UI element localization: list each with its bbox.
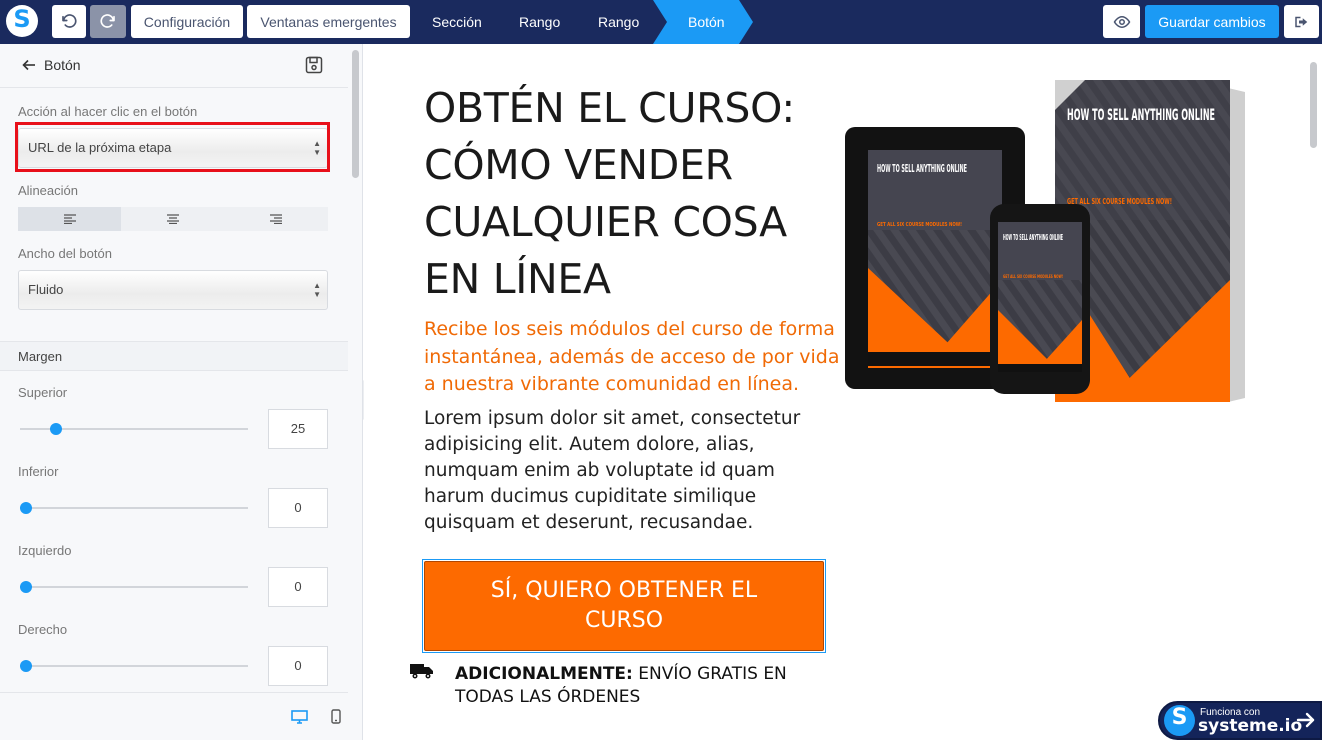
margin-top-slider-thumb[interactable] — [49, 423, 62, 435]
annotation-highlight-box — [15, 122, 330, 172]
align-left-button[interactable] — [18, 207, 122, 231]
margin-right-slider[interactable] — [20, 665, 248, 667]
mobile-icon[interactable] — [331, 709, 341, 724]
redo-button[interactable] — [90, 5, 126, 38]
save-changes-button[interactable]: Guardar cambios — [1145, 5, 1279, 38]
systeme-logo-icon: S — [1164, 705, 1195, 736]
canvas-scrollbar[interactable] — [1310, 62, 1317, 148]
undo-icon — [62, 13, 77, 28]
phone-mockup: HOW TO SELL ANYTHING ONLINE GET ALL SIX … — [990, 204, 1090, 394]
app-logo[interactable]: S — [6, 5, 38, 37]
floppy-disk-icon[interactable] — [305, 56, 323, 74]
button-width-label: Ancho del botón — [18, 246, 112, 261]
margin-bottom-slider-thumb[interactable] — [20, 502, 32, 514]
button-width-select[interactable]: Fluido ▲ ▼ — [18, 270, 328, 310]
margin-left-slider-thumb[interactable] — [20, 581, 32, 593]
badge-brand: systeme.io — [1198, 716, 1303, 736]
arrow-left-icon — [22, 59, 35, 71]
device-switcher — [0, 692, 348, 740]
shipping-note-bold: ADICIONALMENTE: — [455, 664, 633, 684]
alignment-buttons — [18, 207, 328, 231]
breadcrumb-boton[interactable]: Botón — [653, 0, 753, 44]
sidebar-title: Botón — [44, 57, 81, 73]
page-subheadline[interactable]: Recibe los seis módulos del curso de for… — [424, 316, 849, 399]
margin-left-slider[interactable] — [20, 586, 248, 588]
align-center-icon — [166, 214, 179, 224]
margin-bottom-slider[interactable] — [20, 507, 248, 509]
exit-button[interactable] — [1284, 5, 1319, 38]
sidebar-scrollbar[interactable] — [352, 50, 359, 178]
phone-title: HOW TO SELL ANYTHING ONLINE — [1003, 233, 1063, 242]
sidebar-header: Botón — [0, 44, 348, 88]
eye-icon — [1113, 15, 1130, 28]
margin-section-header[interactable]: Margen — [0, 341, 348, 371]
preview-button[interactable] — [1103, 5, 1140, 38]
button-width-value: Fluido — [28, 282, 64, 297]
top-toolbar: S Configuración Ventanas emergentes Secc… — [0, 0, 1322, 44]
align-left-icon — [63, 214, 76, 224]
margin-right-input[interactable]: 0 — [268, 646, 328, 686]
sign-out-icon — [1294, 16, 1307, 27]
arrow-right-icon — [1296, 712, 1315, 728]
configuracion-button[interactable]: Configuración — [131, 5, 243, 38]
shipping-note[interactable]: ADICIONALMENTE: ENVÍO GRATIS EN TODAS LA… — [455, 663, 815, 708]
page-body-text[interactable]: Lorem ipsum dolor sit amet, consectetur … — [424, 406, 834, 536]
redo-icon — [100, 13, 115, 28]
breadcrumb-rango-2[interactable]: Rango — [598, 0, 639, 44]
powered-by-badge[interactable]: S Funciona con systeme.io — [1158, 701, 1322, 740]
truck-icon — [410, 664, 433, 679]
product-mockup-image[interactable]: HOW TO SELL ANYTHING ONLINE GET ALL SIX … — [845, 80, 1250, 405]
select-arrows-icon: ▲ ▼ — [313, 281, 321, 299]
tablet-tagline: GET ALL SIX COURSE MODULES NOW! — [877, 222, 962, 228]
phone-tagline: GET ALL SIX COURSE MODULES NOW! — [1003, 274, 1063, 280]
align-right-button[interactable] — [225, 207, 328, 231]
settings-sidebar: Botón Acción al hacer clic en el botón U… — [0, 44, 363, 740]
tablet-title: HOW TO SELL ANYTHING ONLINE — [877, 162, 967, 175]
margin-section-title: Margen — [18, 349, 63, 364]
margin-right-label: Derecho — [18, 622, 68, 637]
margin-left-input[interactable]: 0 — [268, 567, 328, 607]
align-center-button[interactable] — [121, 207, 224, 231]
breadcrumb-rango-1[interactable]: Rango — [519, 0, 560, 44]
book-title: HOW TO SELL ANYTHING ONLINE — [1067, 105, 1215, 124]
click-action-label: Acción al hacer clic en el botón — [18, 104, 198, 119]
alignment-label: Alineación — [18, 183, 78, 198]
margin-bottom-input[interactable]: 0 — [268, 488, 328, 528]
margin-left-label: Izquierdo — [18, 543, 72, 558]
margin-top-input[interactable]: 25 — [268, 409, 328, 449]
cta-button[interactable]: SÍ, QUIERO OBTENER EL CURSO — [424, 561, 824, 651]
margin-bottom-label: Inferior — [18, 464, 59, 479]
align-right-icon — [270, 214, 283, 224]
page-headline[interactable]: OBTÉN EL CURSO: CÓMO VENDER CUALQUIER CO… — [424, 80, 844, 308]
desktop-icon[interactable] — [291, 710, 308, 724]
margin-right-slider-thumb[interactable] — [20, 660, 32, 672]
undo-button[interactable] — [52, 5, 86, 38]
logo-letter: S — [13, 5, 31, 33]
back-button[interactable]: Botón — [22, 57, 81, 73]
ventanas-emergentes-button[interactable]: Ventanas emergentes — [247, 5, 410, 38]
book-tagline: GET ALL SIX COURSE MODULES NOW! — [1067, 197, 1172, 206]
breadcrumb-seccion[interactable]: Sección — [432, 0, 482, 44]
margin-top-label: Superior — [18, 385, 68, 400]
